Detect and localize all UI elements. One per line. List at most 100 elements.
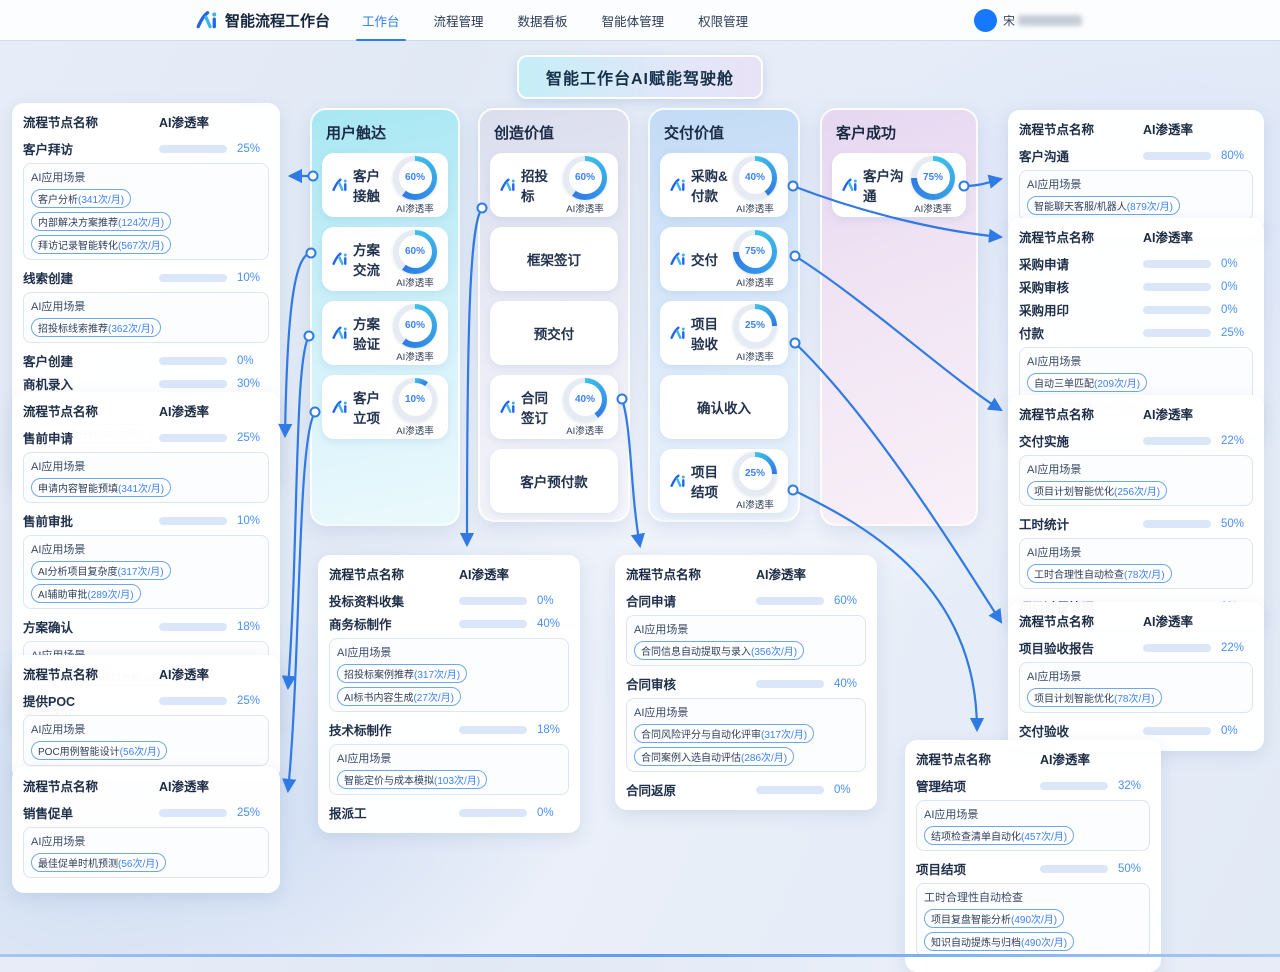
tag-text: 合同风险评分与自动化评审 [641,730,761,741]
flow-node[interactable]: 客户接触60%AI渗透率 [322,153,448,217]
process-row: 客户拜访25% [23,137,269,160]
tag-text: POC用例智能设计 [38,747,120,758]
ai-scenario-tag[interactable]: 智能定价与成本模拟(103次/月) [337,770,487,789]
flow-node-name: 招投标 [500,165,559,205]
process-name: 报派工 [329,803,459,822]
tag-count: (341次/月) [78,195,124,206]
page-title: 智能工作台AI赋能驾驶舱 [517,55,763,99]
process-row: 采购用印0% [1019,298,1253,321]
rate-column-header: AI渗透率 [1143,611,1253,630]
flow-node[interactable]: 招投标60%AI渗透率 [490,153,618,217]
flow-node[interactable]: 方案验证60%AI渗透率 [322,301,448,365]
process-name: 投标资料收集 [329,591,459,610]
ai-scenario-tag[interactable]: 智能聊天客服/机器人(879次/月) [1027,196,1180,215]
flow-node[interactable]: 合同签订40%AI渗透率 [490,375,618,439]
ai-scenario-tag[interactable]: 申请内容智能预填(341次/月) [31,478,171,497]
ai-scenario-box: AI应用场景工时合理性自动检查(78次/月) [1019,538,1253,589]
flow-node[interactable]: 预交付 [490,301,618,365]
ai-scenario-tag[interactable]: 合同案例入选自动评估(286次/月) [634,747,794,766]
ai-scenario-tag[interactable]: 自动三单匹配(209次/月) [1027,373,1147,392]
flow-node[interactable]: 项目验收25%AI渗透率 [660,301,788,365]
node-column-header: 流程节点名称 [1019,227,1143,246]
nav-item-2[interactable]: 数据看板 [516,0,570,41]
ai-scenario-tag[interactable]: 合同风险评分与自动化评审(317次/月) [634,724,814,743]
flow-node[interactable]: 项目结项25%AI渗透率 [660,449,788,513]
ai-scenario-tag[interactable]: AI标书内容生成(27次/月) [337,687,461,706]
tag-text: 智能定价与成本模拟 [344,776,434,787]
ai-scenario-tag[interactable]: 项目计划智能优化(256次/月) [1027,481,1167,500]
detail-card-accept: 流程节点名称AI渗透率项目验收报告22%AI应用场景项目计划智能优化(78次/月… [1008,602,1264,751]
penetration-bar [459,809,527,817]
tag-count: (457次/月) [1021,832,1067,843]
flow-node[interactable]: 采购&付款40%AI渗透率 [660,153,788,217]
card-header: 流程节点名称AI渗透率 [23,401,269,420]
ai-scenario-tag[interactable]: 客户分析(341次/月) [31,189,131,208]
nav-item-1[interactable]: 流程管理 [432,0,486,41]
ai-scenario-tag[interactable]: 合同信息自动提取与录入(356次/月) [634,641,804,660]
nav-item-3[interactable]: 智能体管理 [600,0,667,41]
flow-node-label: 预交付 [534,323,575,343]
tag-text: 智能聊天客服/机器人 [1034,202,1127,213]
ai-scenario-tags: POC用例智能设计(56次/月) [31,741,261,760]
tag-text: 合同案例入选自动评估 [641,753,741,764]
ai-scenario-tag[interactable]: 拜访记录智能转化(567次/月) [31,235,171,254]
process-name: 采购审核 [1019,277,1143,296]
penetration-percent: 25% [1221,327,1253,339]
ai-scenario-tag[interactable]: POC用例智能设计(56次/月) [31,741,167,760]
ai-scenario-tag[interactable]: 招投标案例推荐(317次/月) [337,664,467,683]
tag-count: (356次/月) [751,647,797,658]
ai-scenario-tag[interactable]: AI辅助审批(289次/月) [31,584,141,603]
ai-scenario-label: AI应用场景 [634,621,858,637]
process-row: 管理结项32% [916,774,1150,797]
flow-node[interactable]: 交付75%AI渗透率 [660,227,788,291]
donut-ring: 40% [563,378,607,422]
penetration-percent: 22% [1221,435,1253,447]
flow-node[interactable]: 框架签订 [490,227,618,291]
nav-item-4[interactable]: 权限管理 [696,0,750,41]
tag-text: 自动三单匹配 [1034,379,1094,390]
donut-percent: 40% [569,383,602,416]
nav-item-0[interactable]: 工作台 [360,0,402,41]
ai-scenario-tag[interactable]: AI分析项目复杂度(317次/月) [31,561,171,580]
flow-node[interactable]: 确认收入 [660,375,788,439]
penetration-donut: 10%AI渗透率 [389,378,441,437]
ai-logo-icon [670,177,686,193]
ai-scenario-tag[interactable]: 项目计划智能优化(78次/月) [1027,688,1162,707]
process-name: 交付验收 [1019,721,1143,740]
ai-scenario-box: AI应用场景招投标案例推荐(317次/月)AI标书内容生成(27次/月) [329,638,569,712]
donut-caption: AI渗透率 [566,423,603,437]
ai-scenario-tag[interactable]: 最佳促单时机预测(56次/月) [31,853,166,872]
rate-column-header: AI渗透率 [1143,404,1253,423]
donut-percent: 60% [399,235,432,268]
flow-node[interactable]: 客户预付款 [490,449,618,513]
donut-percent: 60% [399,309,432,342]
detail-card-poc: 流程节点名称AI渗透率提供POC25%AI应用场景POC用例智能设计(56次/月… [12,655,280,781]
flow-node-label: 客户预付款 [520,471,588,491]
ai-scenario-tag[interactable]: 结项检查清单自动化(457次/月) [924,826,1074,845]
ai-scenario-tag[interactable]: 内部解决方案推荐(124次/月) [31,212,171,231]
user-menu[interactable]: 宋 [974,0,1082,40]
tag-text: AI分析项目复杂度 [38,567,117,578]
ai-scenario-tag[interactable]: 招投标线索推荐(362次/月) [31,318,161,337]
avatar[interactable] [974,9,997,32]
flow-column-create: 创造价值招投标60%AI渗透率框架签订预交付合同签订40%AI渗透率客户预付款 [478,108,630,522]
rate-column-header: AI渗透率 [159,664,269,683]
ai-scenario-label: AI应用场景 [31,169,261,185]
flow-node[interactable]: 客户立项10%AI渗透率 [322,375,448,439]
process-name: 交付实施 [1019,431,1143,450]
ai-scenario-box: AI应用场景最佳促单时机预测(56次/月) [23,827,269,878]
flow-node-name: 采购&付款 [670,165,729,205]
flow-node[interactable]: 方案交流60%AI渗透率 [322,227,448,291]
ai-scenario-tags: 招投标案例推荐(317次/月) AI标书内容生成(27次/月) [337,664,561,706]
ai-scenario-tag[interactable]: 知识自动提炼与归档(490次/月) [924,932,1074,951]
ai-scenario-tag[interactable]: 工时合理性自动检查(78次/月) [1027,564,1172,583]
penetration-bar [1143,306,1211,314]
penetration-bar [459,597,527,605]
ai-scenario-tag[interactable]: 项目复盘智能分析(490次/月) [924,909,1064,928]
process-row: 报派工 0% [329,801,569,824]
penetration-percent: 0% [537,807,569,819]
ai-scenario-tags: 项目计划智能优化(78次/月) [1027,688,1245,707]
flow-node[interactable]: 客户沟通75%AI渗透率 [832,153,966,217]
tag-count: (317次/月) [761,730,807,741]
process-row: 付款25% [1019,321,1253,344]
